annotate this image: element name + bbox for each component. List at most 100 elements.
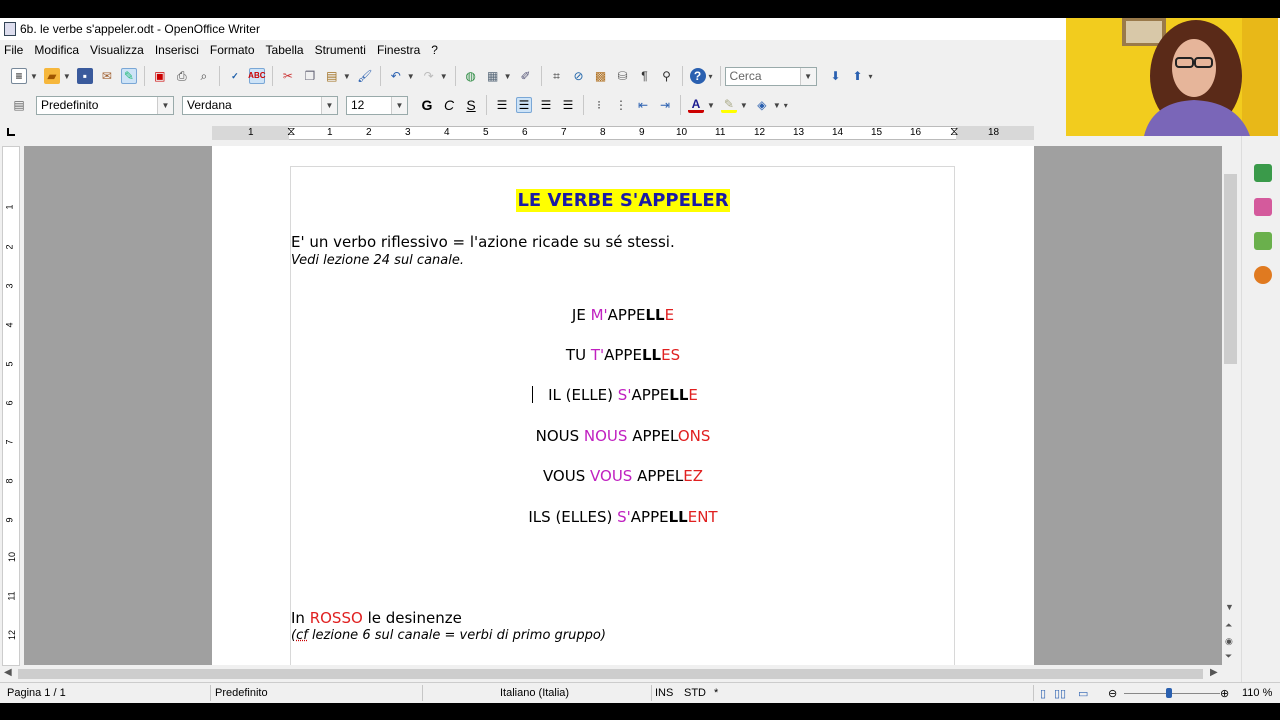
zoom-slider[interactable] [1124, 693, 1220, 694]
vertical-scroll-thumb[interactable] [1224, 174, 1237, 364]
align-left-icon[interactable]: ☰ [494, 97, 510, 113]
document-modified[interactable]: * [714, 687, 718, 699]
open-dropdown-icon[interactable]: ▼ [63, 72, 71, 81]
align-center-icon[interactable]: ☰ [516, 97, 532, 113]
format-toolbar-options-icon[interactable]: ▾ [784, 101, 788, 110]
gallery-icon[interactable]: ▩ [593, 68, 609, 84]
next-page-icon[interactable]: ⏷ [1225, 651, 1232, 662]
font-color-dropdown-icon[interactable]: ▼ [707, 101, 715, 110]
zoom-out-icon[interactable]: ⊖ [1108, 687, 1117, 700]
format-paintbrush-icon[interactable]: 🖌 [357, 68, 373, 84]
bold-button[interactable]: G [419, 97, 435, 113]
horizontal-scrollbar[interactable]: ◀ ▶ [0, 666, 1222, 682]
numbering-icon[interactable]: ⁝ [591, 97, 607, 113]
redo-dropdown-icon[interactable]: ▼ [440, 72, 448, 81]
menu-inserisci[interactable]: Inserisci [155, 43, 199, 57]
underline-button[interactable]: S [463, 97, 479, 113]
edit-mode-icon[interactable]: ✎ [120, 68, 137, 84]
formatting-marks-icon[interactable]: ¶ [637, 68, 653, 84]
conjugation-line[interactable]: JE M'APPELLE [212, 306, 1034, 324]
table-dropdown-icon[interactable]: ▼ [504, 72, 512, 81]
multi-page-view-icon[interactable]: ▯▯ [1054, 687, 1066, 700]
find-next-icon[interactable]: ⬇ [828, 68, 844, 84]
save-icon[interactable]: ▪ [76, 68, 93, 84]
size-dropdown-icon[interactable]: ▼ [391, 96, 407, 114]
find-input[interactable]: Cerca ▼ [724, 66, 817, 86]
conjugation-line[interactable]: NOUS NOUS APPELONS [212, 427, 1034, 445]
paste-dropdown-icon[interactable]: ▼ [343, 72, 351, 81]
gallery-icon[interactable] [1254, 232, 1272, 250]
intro-note[interactable]: Vedi lezione 24 sul canale. [291, 253, 464, 268]
italic-button[interactable]: C [441, 97, 457, 113]
single-page-view-icon[interactable]: ▯ [1040, 687, 1046, 700]
background-dropdown-icon[interactable]: ▼ [773, 101, 781, 110]
undo-icon[interactable]: ↶ [388, 68, 404, 84]
menu-modifica[interactable]: Modifica [34, 43, 79, 57]
increase-indent-icon[interactable]: ⇥ [657, 97, 673, 113]
page-style[interactable]: Predefinito [215, 687, 268, 699]
properties-icon[interactable] [1254, 164, 1272, 182]
undo-dropdown-icon[interactable]: ▼ [407, 72, 415, 81]
scroll-down-icon[interactable]: ▼ [1225, 602, 1234, 612]
navigator-icon[interactable] [1254, 266, 1272, 284]
document-page[interactable]: LE VERBE S'APPELER E' un verbo riflessiv… [212, 146, 1034, 665]
hyperlink-icon[interactable]: ◍ [463, 68, 479, 84]
conjugation-line[interactable]: VOUS VOUS APPELEZ [212, 467, 1034, 485]
color-note[interactable]: In ROSSO le desinenze [291, 609, 462, 627]
redo-icon[interactable]: ↷ [421, 68, 437, 84]
selection-mode[interactable]: STD [684, 687, 706, 699]
copy-icon[interactable]: ❐ [302, 68, 318, 84]
horizontal-ruler[interactable]: 1 ⧖ 1 2 3 4 5 6 7 8 9 10 11 12 13 14 15 … [0, 122, 1240, 144]
right-indent-marker-icon[interactable]: ⧖ [950, 124, 958, 139]
background-color-icon[interactable]: ◈ [754, 97, 770, 113]
navigator-icon[interactable]: ⊘ [571, 68, 587, 84]
toolbar-options-icon[interactable]: ▾ [709, 72, 713, 81]
new-dropdown-icon[interactable]: ▼ [30, 72, 38, 81]
insert-mode[interactable]: INS [655, 687, 673, 699]
navigation-icon[interactable]: ◉ [1225, 636, 1233, 647]
menu-strumenti[interactable]: Strumenti [315, 43, 366, 57]
vertical-ruler[interactable]: 1 2 3 4 5 6 7 8 9 10 11 12 [2, 146, 20, 666]
decrease-indent-icon[interactable]: ⇤ [635, 97, 651, 113]
intro-text[interactable]: E' un verbo riflessivo = l'azione ricade… [291, 233, 675, 251]
font-color-icon[interactable]: A [688, 97, 704, 113]
menu-tabella[interactable]: Tabella [266, 43, 304, 57]
menu-file[interactable]: File [4, 43, 23, 57]
paragraph-style-select[interactable]: Predefinito ▼ [36, 95, 174, 115]
document-area[interactable]: LE VERBE S'APPELER E' un verbo riflessiv… [24, 146, 1222, 665]
menu-visualizza[interactable]: Visualizza [90, 43, 144, 57]
zoom-icon[interactable]: ⚲ [659, 68, 675, 84]
conjugation-line[interactable]: ILS (ELLES) S'APPELLENT [212, 508, 1034, 526]
zoom-level[interactable]: 110 % [1242, 687, 1272, 699]
data-sources-icon[interactable]: ⛁ [615, 68, 631, 84]
help-icon[interactable]: ? [689, 68, 706, 84]
zoom-in-icon[interactable]: ⊕ [1220, 687, 1229, 700]
lesson-reference[interactable]: (cf lezione 6 sul canale = verbi di prim… [291, 628, 606, 643]
previous-page-icon[interactable]: ⏶ [1225, 620, 1232, 631]
align-right-icon[interactable]: ☰ [538, 97, 554, 113]
scroll-right-icon[interactable]: ▶ [1210, 667, 1218, 678]
menu-finestra[interactable]: Finestra [377, 43, 420, 57]
find-toolbar-options-icon[interactable]: ▾ [869, 72, 873, 81]
menu-formato[interactable]: Formato [210, 43, 255, 57]
tab-stop-type-icon[interactable] [7, 128, 15, 136]
find-previous-icon[interactable]: ⬆ [850, 68, 866, 84]
font-dropdown-icon[interactable]: ▼ [321, 96, 337, 114]
autospellcheck-icon[interactable]: ABC [248, 68, 266, 84]
highlighting-icon[interactable]: ✎ [720, 97, 737, 113]
spellcheck-icon[interactable]: ✓ [227, 68, 243, 84]
style-dropdown-icon[interactable]: ▼ [157, 96, 173, 114]
conjugation-line[interactable]: TU T'APPELLES [212, 346, 1034, 364]
show-draw-functions-icon[interactable]: ✐ [518, 68, 534, 84]
document-title[interactable]: LE VERBE S'APPELER [212, 189, 1034, 212]
menu-help[interactable]: ? [431, 43, 438, 57]
font-name-select[interactable]: Verdana ▼ [182, 95, 338, 115]
zoom-slider-thumb[interactable] [1166, 688, 1172, 698]
styles-icon[interactable] [1254, 198, 1272, 216]
print-icon[interactable]: ⎙ [174, 68, 190, 84]
left-indent-marker-icon[interactable]: ⧖ [287, 124, 295, 139]
justify-icon[interactable]: ☰ [560, 97, 576, 113]
conjugation-line[interactable]: IL (ELLE) S'APPELLE [212, 386, 1034, 404]
language[interactable]: Italiano (Italia) [500, 687, 569, 699]
highlight-dropdown-icon[interactable]: ▼ [740, 101, 748, 110]
